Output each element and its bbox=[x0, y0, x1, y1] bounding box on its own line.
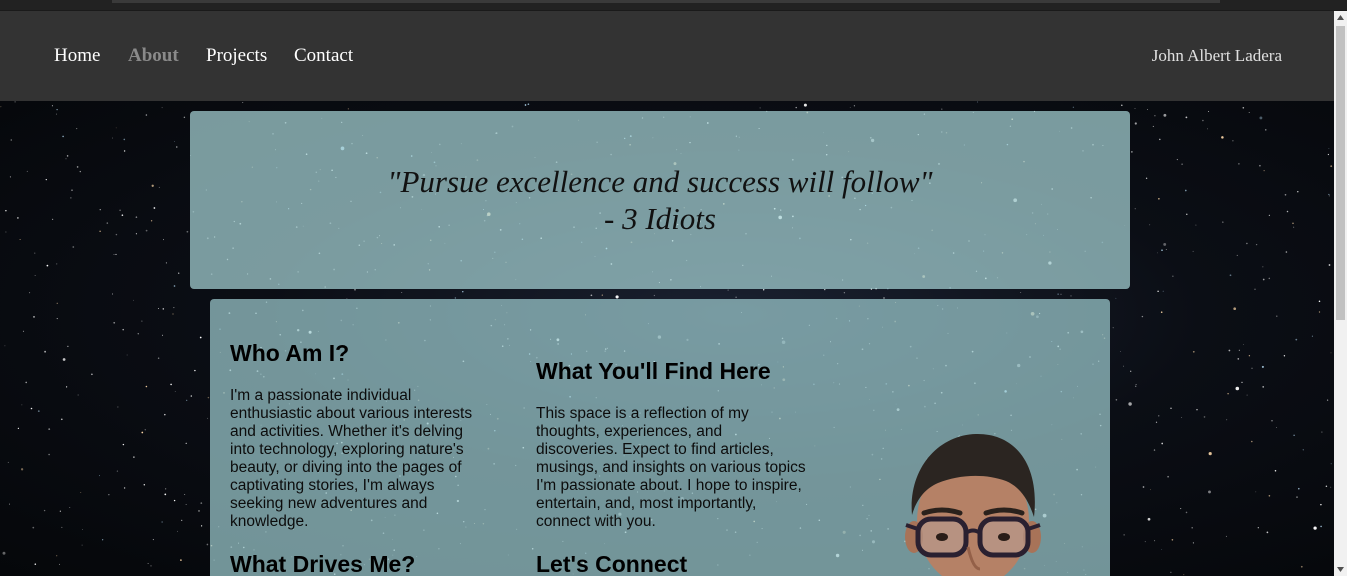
quote-panel: "Pursue excellence and success will foll… bbox=[190, 111, 1130, 289]
lets-connect-heading: Let's Connect bbox=[536, 551, 688, 576]
chevron-down-icon[interactable] bbox=[1334, 563, 1347, 576]
about-panel: Who Am I? I'm a passionate individual en… bbox=[210, 299, 1110, 576]
nav-projects-link[interactable]: Projects bbox=[206, 45, 267, 67]
what-youll-find-section: What You'll Find Here This space is a re… bbox=[536, 357, 806, 531]
site-brand-name[interactable]: John Albert Ladera bbox=[1152, 46, 1282, 66]
quote-text: "Pursue excellence and success will foll… bbox=[387, 164, 933, 199]
nav-contact-link[interactable]: Contact bbox=[294, 45, 353, 67]
quote-attribution: - 3 Idiots bbox=[604, 201, 716, 236]
navbar: Home About Projects Contact John Albert … bbox=[0, 11, 1334, 101]
nav-home-link[interactable]: Home bbox=[54, 45, 100, 67]
who-am-i-text: I'm a passionate individual enthusiastic… bbox=[230, 387, 473, 530]
what-youll-find-heading: What You'll Find Here bbox=[536, 358, 771, 384]
profile-photo bbox=[905, 433, 1041, 576]
scrollbar-thumb[interactable] bbox=[1336, 26, 1345, 320]
page-scrollbar[interactable] bbox=[1334, 11, 1347, 576]
chevron-up-icon[interactable] bbox=[1334, 11, 1347, 24]
nav-about-link[interactable]: About bbox=[128, 45, 179, 67]
who-am-i-heading: Who Am I? bbox=[230, 340, 350, 366]
who-am-i-section: Who Am I? I'm a passionate individual en… bbox=[230, 339, 486, 531]
browser-top-strip bbox=[0, 0, 1347, 11]
what-youll-find-text: This space is a reflection of my thought… bbox=[536, 405, 806, 530]
what-drives-me-heading: What Drives Me? bbox=[230, 551, 416, 576]
what-drives-me-section: What Drives Me? bbox=[230, 550, 415, 576]
lets-connect-section: Let's Connect bbox=[536, 550, 687, 576]
